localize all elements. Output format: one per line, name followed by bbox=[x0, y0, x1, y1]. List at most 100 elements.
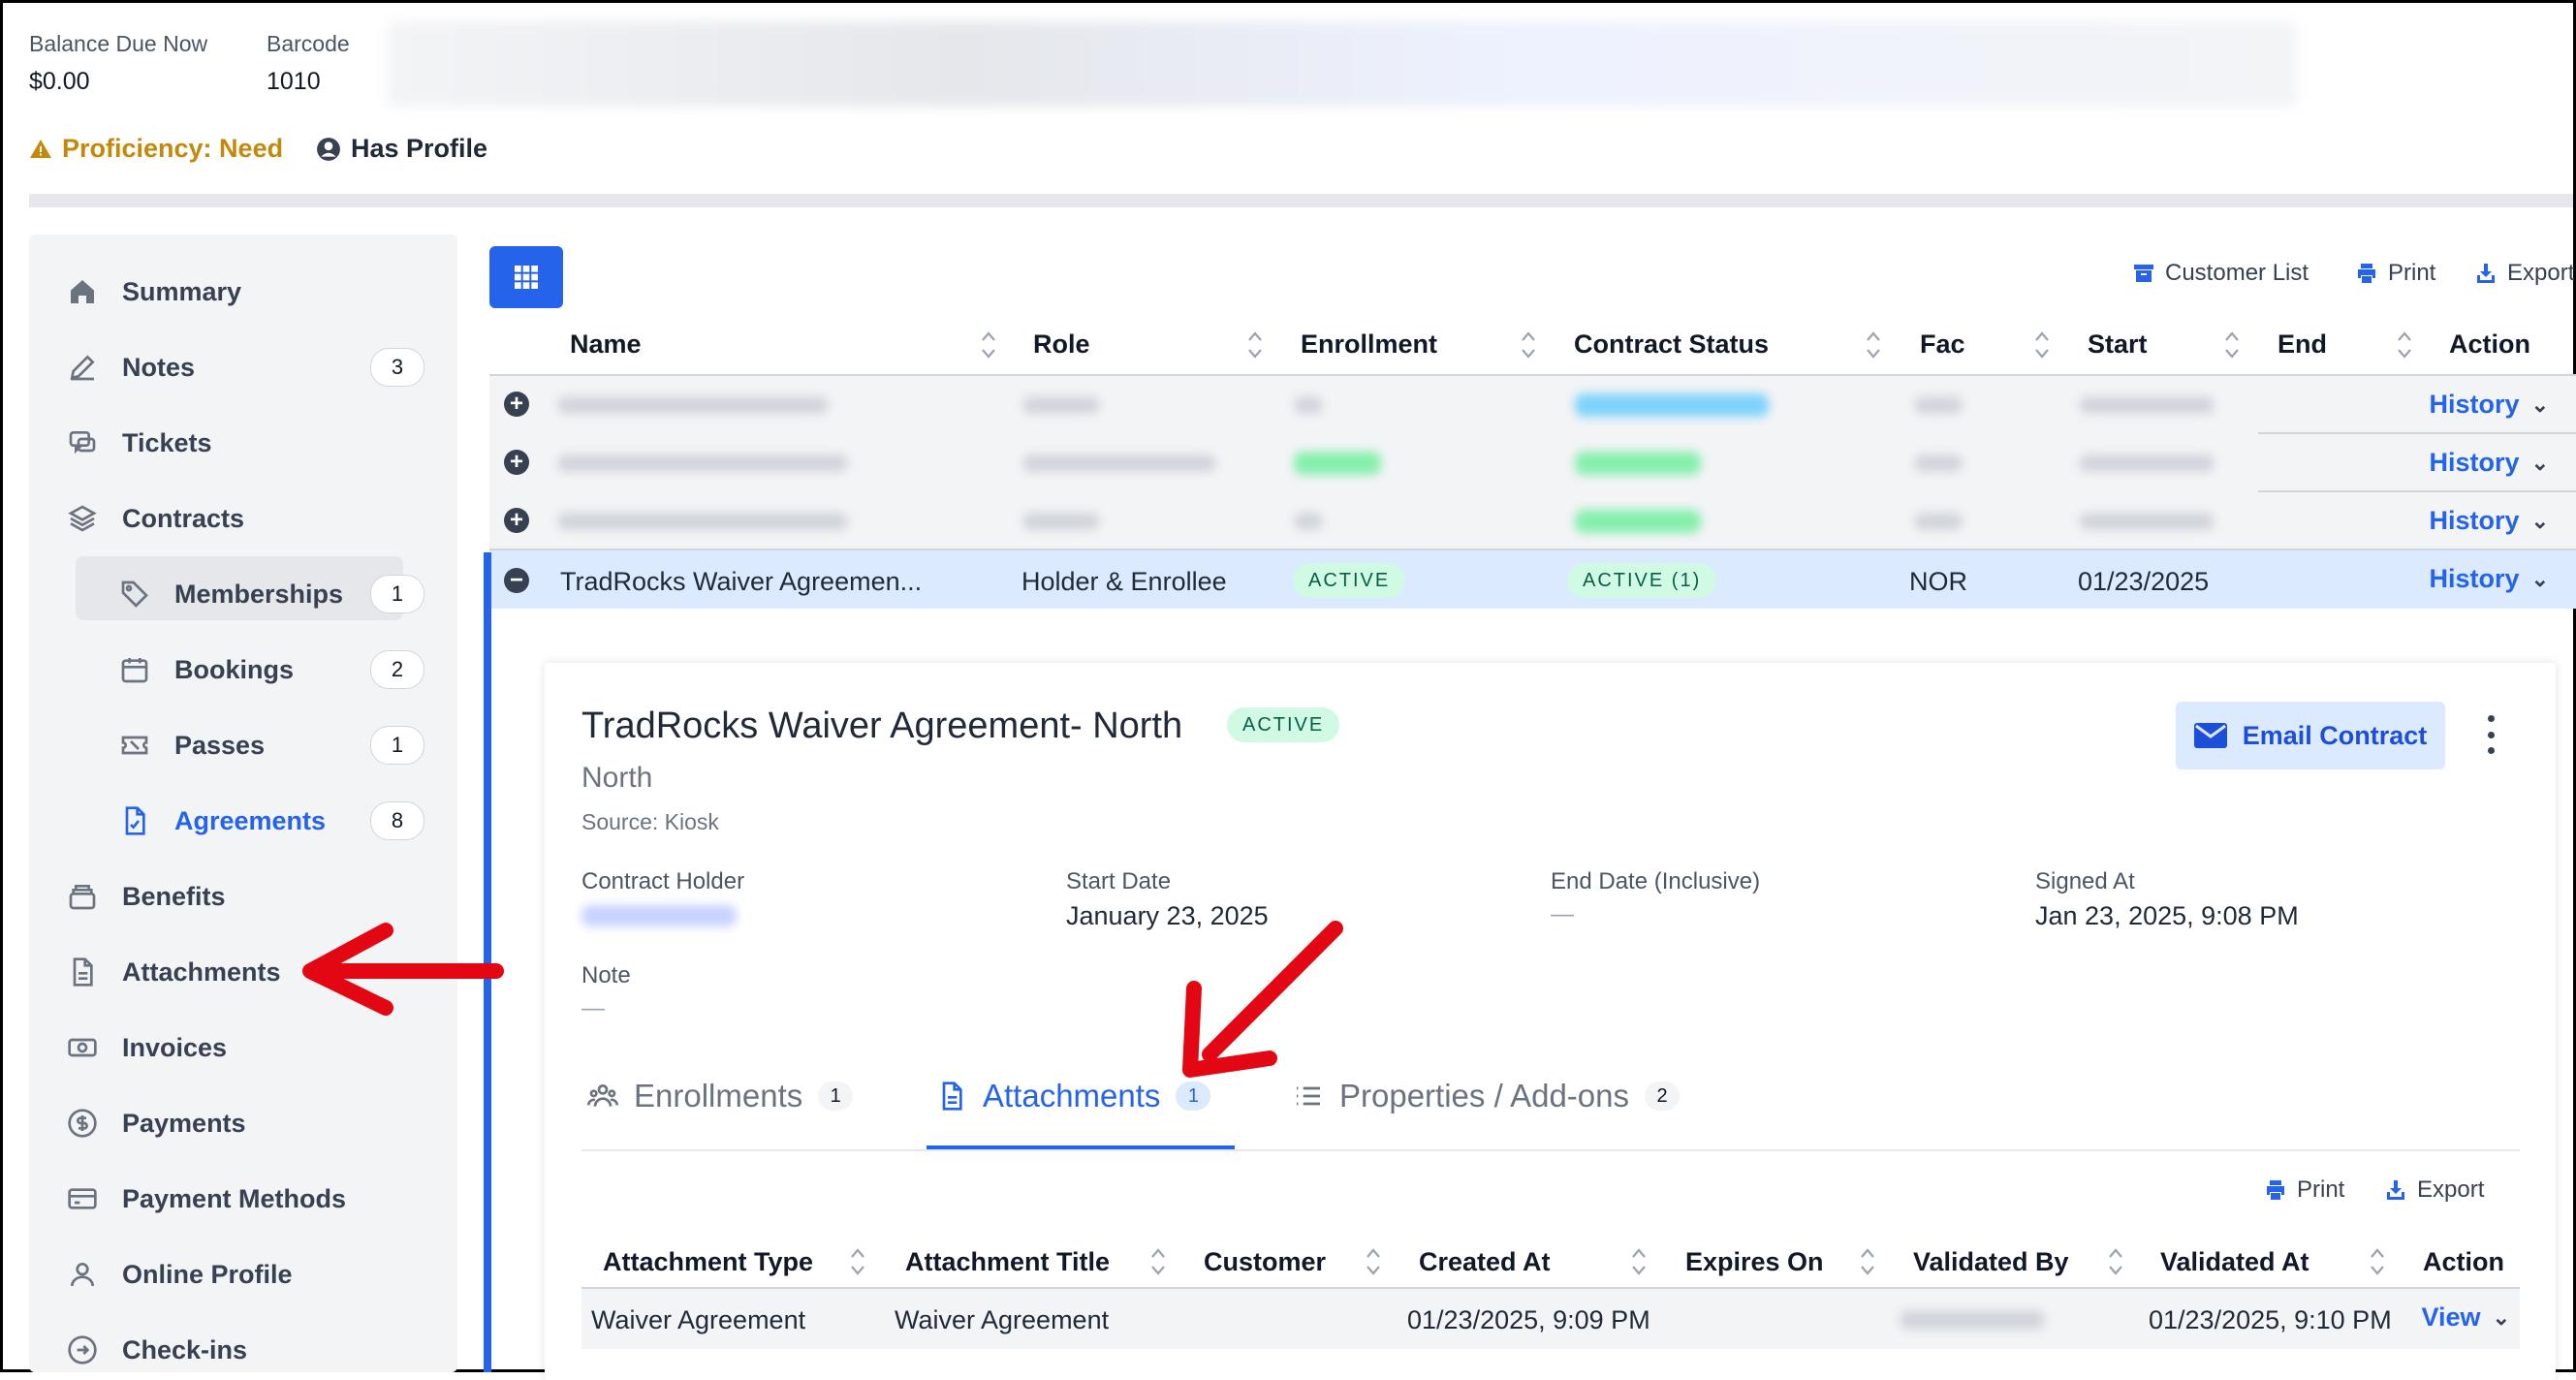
sidebar-item-online-profile[interactable]: Online Profile bbox=[66, 1244, 424, 1304]
sidebar-item-attachments[interactable]: Attachments bbox=[66, 942, 424, 1002]
column-header-role[interactable]: Role bbox=[1033, 329, 1090, 360]
printer-icon bbox=[2267, 1180, 2284, 1200]
active-tab-indicator bbox=[927, 1145, 1235, 1149]
sidebar-item-agreements[interactable]: Agreements 8 bbox=[118, 791, 424, 851]
table-row[interactable] bbox=[489, 492, 2576, 550]
sidebar-item-payments[interactable]: Payments bbox=[66, 1093, 424, 1153]
list-icon bbox=[1297, 1086, 1320, 1106]
sidebar-item-benefits[interactable]: Benefits bbox=[66, 866, 424, 926]
expand-row-icon[interactable]: + bbox=[504, 392, 529, 417]
expand-row-icon[interactable]: + bbox=[504, 508, 529, 533]
chevron-down-icon: ⌄ bbox=[2530, 392, 2549, 417]
customer-list-label: Customer List bbox=[2165, 260, 2309, 286]
tab-attachments[interactable]: Attachments 1 bbox=[936, 1078, 1211, 1114]
grid-icon bbox=[515, 266, 538, 289]
cell-role: Holder & Enrollee bbox=[1021, 567, 1227, 596]
attachments-print-button[interactable]: Print bbox=[2264, 1176, 2344, 1204]
table-row[interactable] bbox=[489, 434, 2576, 492]
column-header-fac[interactable]: Fac bbox=[1920, 329, 1965, 360]
end-date-value: — bbox=[1551, 901, 1574, 927]
sidebar-item-memberships[interactable]: Memberships 1 bbox=[118, 564, 424, 624]
column-header-customer[interactable]: Customer bbox=[1204, 1247, 1326, 1277]
column-header-enrollment[interactable]: Enrollment bbox=[1301, 329, 1437, 360]
column-header-start[interactable]: Start bbox=[2088, 329, 2148, 360]
tab-count-badge: 1 bbox=[818, 1082, 854, 1111]
column-header-attachment-type[interactable]: Attachment Type bbox=[603, 1247, 813, 1277]
sort-icon[interactable] bbox=[2396, 328, 2413, 362]
column-header-attachment-title[interactable]: Attachment Title bbox=[905, 1247, 1110, 1277]
sort-icon[interactable] bbox=[849, 1244, 866, 1279]
tab-label: Properties / Add-ons bbox=[1339, 1078, 1629, 1113]
sort-icon[interactable] bbox=[1149, 1244, 1167, 1279]
count-badge: 1 bbox=[370, 575, 424, 613]
view-dropdown[interactable]: View ⌄ bbox=[2422, 1302, 2510, 1333]
sort-icon[interactable] bbox=[1365, 1244, 1382, 1279]
redacted-customer-info bbox=[388, 21, 2297, 107]
more-options-icon[interactable] bbox=[2481, 715, 2500, 754]
count-badge: 3 bbox=[370, 348, 424, 387]
sidebar-item-tickets[interactable]: Tickets bbox=[66, 413, 424, 473]
sidebar-item-label: Payments bbox=[122, 1108, 246, 1138]
cash-icon bbox=[66, 1031, 99, 1064]
sort-icon[interactable] bbox=[1520, 328, 1537, 362]
customer-list-button[interactable]: Customer List bbox=[2132, 260, 2309, 287]
sort-icon[interactable] bbox=[1246, 328, 1264, 362]
sidebar-item-label: Passes bbox=[174, 730, 266, 760]
attachments-export-button[interactable]: Export bbox=[2384, 1176, 2484, 1204]
sidebar-item-payment-methods[interactable]: Payment Methods bbox=[66, 1169, 424, 1229]
selected-row-indicator bbox=[484, 552, 491, 1372]
sort-icon[interactable] bbox=[1865, 328, 1882, 362]
start-date-label: Start Date bbox=[1066, 868, 1172, 894]
balance-value: $0.00 bbox=[29, 68, 90, 95]
collapse-row-icon[interactable]: − bbox=[504, 568, 529, 593]
chevron-down-icon: ⌄ bbox=[2530, 450, 2549, 475]
document-check-icon bbox=[118, 804, 151, 837]
column-header-contract-status[interactable]: Contract Status bbox=[1574, 329, 1769, 360]
sidebar-item-contracts[interactable]: Contracts bbox=[66, 488, 424, 549]
history-dropdown[interactable]: History ⌄ bbox=[2430, 506, 2549, 536]
tab-count-badge: 1 bbox=[1176, 1082, 1211, 1111]
ticket-icon bbox=[118, 729, 151, 762]
column-header-validated-by[interactable]: Validated By bbox=[1913, 1247, 2069, 1277]
print-button[interactable]: Print bbox=[2355, 260, 2435, 287]
tag-icon bbox=[118, 578, 151, 611]
column-header-name[interactable]: Name bbox=[570, 329, 642, 360]
file-icon bbox=[66, 956, 99, 988]
tab-properties-add-ons[interactable]: Properties / Add-ons 2 bbox=[1293, 1078, 1680, 1114]
download-icon bbox=[2477, 264, 2495, 283]
sort-icon[interactable] bbox=[2369, 1244, 2386, 1279]
expand-row-icon[interactable]: + bbox=[504, 450, 529, 475]
sidebar-item-notes[interactable]: Notes 3 bbox=[66, 337, 424, 397]
column-header-expires-on[interactable]: Expires On bbox=[1685, 1247, 1824, 1277]
history-dropdown[interactable]: History ⌄ bbox=[2430, 564, 2549, 594]
redacted-holder-name[interactable] bbox=[581, 905, 737, 926]
export-button[interactable]: Export bbox=[2474, 260, 2574, 287]
sidebar-item-invoices[interactable]: Invoices bbox=[66, 1018, 424, 1078]
sort-icon[interactable] bbox=[980, 328, 997, 362]
sort-icon[interactable] bbox=[1859, 1244, 1876, 1279]
tabs-divider bbox=[581, 1149, 2520, 1151]
sort-icon[interactable] bbox=[1630, 1244, 1648, 1279]
printer-icon bbox=[2358, 264, 2375, 283]
table-row[interactable] bbox=[489, 376, 2576, 434]
column-header-created-at[interactable]: Created At bbox=[1419, 1247, 1551, 1277]
end-date-label: End Date (Inclusive) bbox=[1551, 868, 1761, 894]
sort-icon[interactable] bbox=[2223, 328, 2241, 362]
sidebar-item-bookings[interactable]: Bookings 2 bbox=[118, 640, 424, 700]
history-dropdown[interactable]: History ⌄ bbox=[2430, 448, 2549, 478]
barcode-value: 1010 bbox=[267, 68, 321, 95]
sidebar-item-summary[interactable]: Summary bbox=[66, 262, 424, 322]
column-header-validated-at[interactable]: Validated At bbox=[2160, 1247, 2309, 1277]
sidebar-item-check-ins[interactable]: Check-ins bbox=[66, 1320, 424, 1380]
column-header-end[interactable]: End bbox=[2278, 329, 2327, 360]
column-grid-button[interactable] bbox=[489, 246, 563, 308]
history-dropdown[interactable]: History ⌄ bbox=[2430, 390, 2549, 420]
sort-icon[interactable] bbox=[2033, 328, 2051, 362]
note-label: Note bbox=[581, 962, 631, 988]
sidebar-item-passes[interactable]: Passes 1 bbox=[118, 715, 424, 775]
redacted-text bbox=[1914, 513, 1963, 530]
email-contract-button[interactable]: Email Contract bbox=[2176, 702, 2445, 769]
count-badge: 1 bbox=[370, 726, 424, 765]
tab-enrollments[interactable]: Enrollments 1 bbox=[587, 1078, 854, 1114]
sort-icon[interactable] bbox=[2107, 1244, 2124, 1279]
